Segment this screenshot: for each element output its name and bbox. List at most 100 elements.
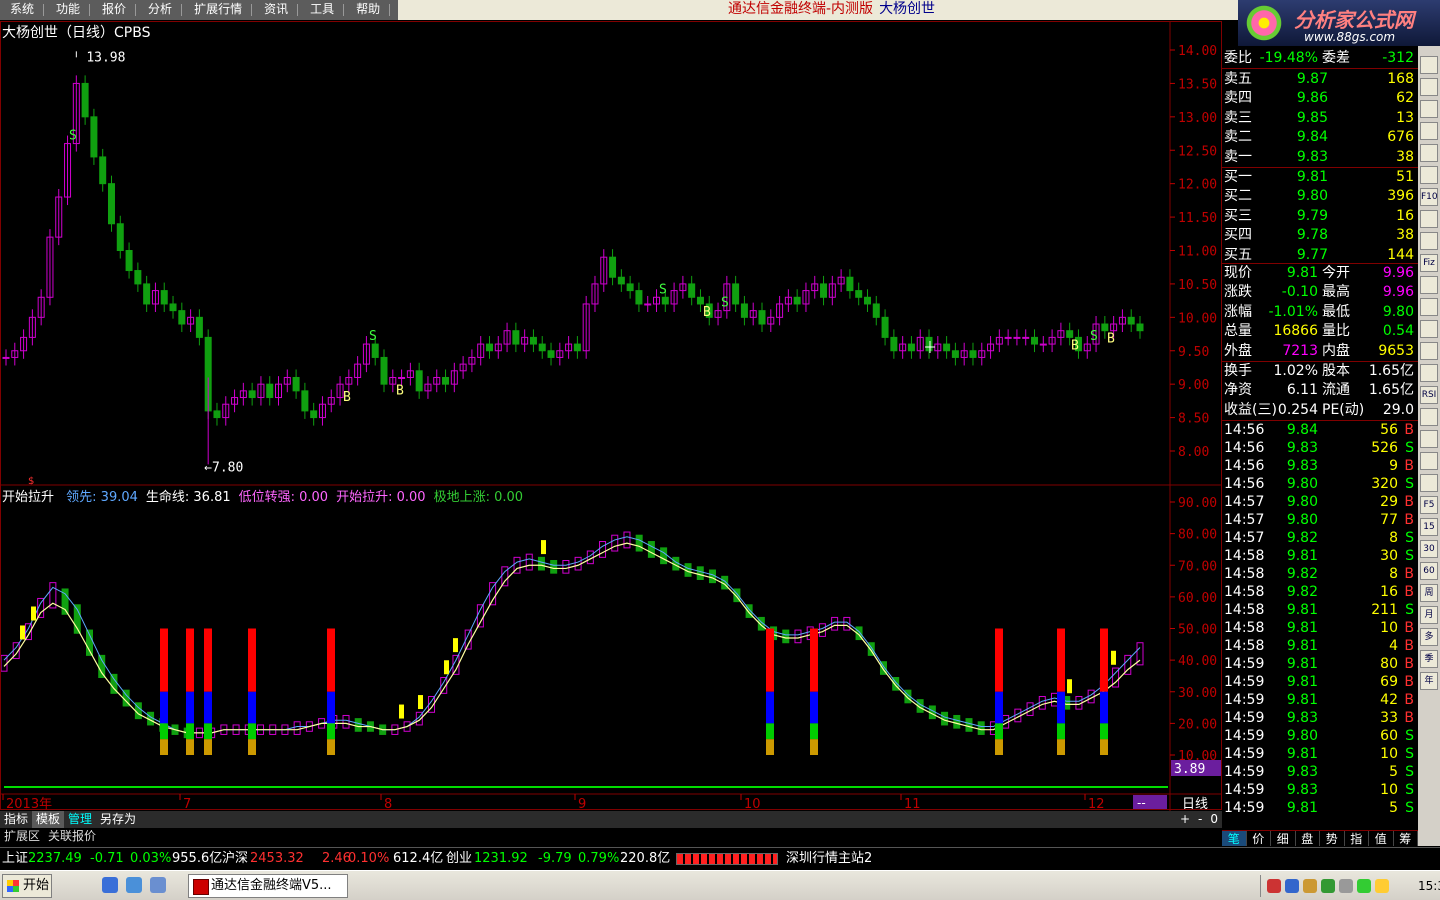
signal-column-top: [766, 628, 774, 692]
tick-volume: 29: [1380, 494, 1398, 510]
toolbar-button-icon[interactable]: [1420, 298, 1438, 316]
toolbar-button-icon[interactable]: [1420, 56, 1438, 74]
toolbar-button-icon[interactable]: [1420, 232, 1438, 250]
candle-body: [266, 383, 274, 399]
indicator-bar: [1050, 692, 1058, 707]
chart-area[interactable]: 13.98←7.80$SBSBSBSBS B 14.0013.5013.0012.…: [0, 21, 1222, 811]
toolbar-button-icon[interactable]: [1420, 430, 1438, 448]
toolbar-button-icon[interactable]: [1420, 144, 1438, 162]
bid-row: 买五 9.77 144: [1222, 246, 1418, 265]
indicator-bar: [611, 534, 619, 552]
toolbar-button-icon[interactable]: [1420, 166, 1438, 184]
tab-related-quotes[interactable]: 关联报价: [44, 828, 100, 845]
tab-indicator[interactable]: 指标: [0, 811, 32, 828]
quote-tab-0[interactable]: 笔: [1222, 831, 1247, 846]
toolbar-button-icon[interactable]: 周: [1420, 584, 1438, 602]
menu-tools[interactable]: 工具: [300, 0, 346, 20]
yellow-flag: [20, 625, 25, 640]
y-tick-label: 14.00: [1178, 44, 1217, 59]
buy-signal: B: [343, 390, 351, 405]
tray-icon[interactable]: [1357, 879, 1371, 893]
quote-tab-7[interactable]: 筹: [1394, 831, 1418, 846]
tray-icon[interactable]: [1285, 879, 1299, 893]
toolbar-button-icon[interactable]: [1420, 320, 1438, 338]
yellow-flag: [1111, 650, 1116, 665]
candle-body: [195, 316, 203, 338]
quote-tab-5[interactable]: 指: [1345, 831, 1369, 846]
menu-system[interactable]: 系统: [0, 0, 46, 20]
toolbar-button-icon[interactable]: 15: [1420, 518, 1438, 536]
fund-value: 1.65亿: [1368, 363, 1414, 379]
tray-icon[interactable]: [1375, 879, 1389, 893]
fund-value: 6.11: [1286, 382, 1318, 399]
quote-tab-4[interactable]: 势: [1320, 831, 1345, 846]
toolbar-button-icon[interactable]: [1420, 78, 1438, 96]
quote-label: 外盘: [1224, 342, 1252, 359]
tray-icon[interactable]: [1267, 879, 1281, 893]
menu-quote[interactable]: 报价: [92, 0, 138, 20]
toolbar-button-icon[interactable]: [1420, 364, 1438, 382]
tab-manage[interactable]: 管理: [64, 811, 96, 828]
toolbar-button-icon[interactable]: 季: [1420, 650, 1438, 668]
fund-label: 股本: [1322, 363, 1350, 379]
volume-meter-icon: [676, 853, 778, 865]
toolbar-button-icon[interactable]: [1420, 210, 1438, 228]
toolbar-button-icon[interactable]: F5: [1420, 496, 1438, 514]
zoom-reset-button[interactable]: 0: [1206, 811, 1222, 828]
tab-extension-area[interactable]: 扩展区: [0, 828, 44, 845]
toolbar-button-icon[interactable]: 月: [1420, 606, 1438, 624]
toolbar-button-icon[interactable]: F10: [1420, 188, 1438, 206]
toolbar-button-icon[interactable]: 年: [1420, 672, 1438, 690]
tick-price: 9.83: [1286, 764, 1318, 780]
quote-tab-3[interactable]: 盘: [1296, 831, 1320, 846]
candle-body: [609, 256, 617, 278]
quicklaunch-ie-icon[interactable]: [102, 877, 118, 893]
toolbar-button-icon[interactable]: [1420, 452, 1438, 470]
start-button[interactable]: 开始: [2, 874, 52, 898]
signal-column-base: [248, 739, 256, 755]
toolbar-button-icon[interactable]: 30: [1420, 540, 1438, 558]
menu-news[interactable]: 资讯: [254, 0, 300, 20]
toolbar-button-icon[interactable]: RSI: [1420, 386, 1438, 404]
tick-side: S: [1405, 602, 1414, 618]
quote-tab-6[interactable]: 值: [1369, 831, 1394, 846]
toolbar-button-icon[interactable]: [1420, 276, 1438, 294]
zoom-in-button[interactable]: +: [1176, 811, 1194, 828]
quicklaunch-desktop-icon[interactable]: [126, 877, 142, 893]
toolbar-button-icon[interactable]: [1420, 474, 1438, 492]
toolbar-button-icon[interactable]: [1420, 100, 1438, 118]
tray-icon[interactable]: [1339, 879, 1353, 893]
zoom-out-button[interactable]: -: [1194, 811, 1206, 828]
signal-column-mid: [327, 691, 335, 724]
toolbar-button-icon[interactable]: [1420, 122, 1438, 140]
tab-save-as[interactable]: 另存为: [96, 811, 140, 828]
candle-body: [529, 336, 537, 345]
toolbar-button-icon[interactable]: Fiz: [1420, 254, 1438, 272]
window-title: 通达信金融终端-内测版 大杨创世: [728, 0, 935, 18]
menu-analysis[interactable]: 分析: [138, 0, 184, 20]
tray-icon[interactable]: [1321, 879, 1335, 893]
tab-template[interactable]: 模板: [32, 811, 65, 828]
indicator-toolbar: 指标 模板 管理 另存为 + - 0: [0, 811, 1222, 828]
tray-icon[interactable]: [1303, 879, 1317, 893]
hs-change: 2.46: [322, 851, 351, 866]
toolbar-button-icon[interactable]: 多: [1420, 628, 1438, 646]
quote-tab-1[interactable]: 价: [1247, 831, 1271, 846]
menu-function[interactable]: 功能: [46, 0, 92, 20]
signal-column-top: [327, 628, 335, 692]
quicklaunch-media-icon[interactable]: [150, 877, 166, 893]
toolbar-button-icon[interactable]: [1420, 408, 1438, 426]
tick-time: 14:58: [1224, 566, 1265, 582]
quote-tab-2[interactable]: 细: [1271, 831, 1296, 846]
tick-price: 9.83: [1286, 458, 1318, 474]
tick-volume: 60: [1380, 728, 1398, 744]
candle-body: [292, 376, 300, 392]
server-name[interactable]: 深圳行情主站2: [786, 848, 872, 870]
toolbar-button-icon[interactable]: 60: [1420, 562, 1438, 580]
quote-label: 现价: [1224, 265, 1252, 281]
toolbar-button-icon[interactable]: [1420, 342, 1438, 360]
candle-body: [538, 343, 546, 352]
menu-extended[interactable]: 扩展行情: [184, 0, 254, 20]
menu-help[interactable]: 帮助: [346, 0, 392, 20]
taskbar-app-item[interactable]: 通达信金融终端V5...: [188, 874, 348, 898]
